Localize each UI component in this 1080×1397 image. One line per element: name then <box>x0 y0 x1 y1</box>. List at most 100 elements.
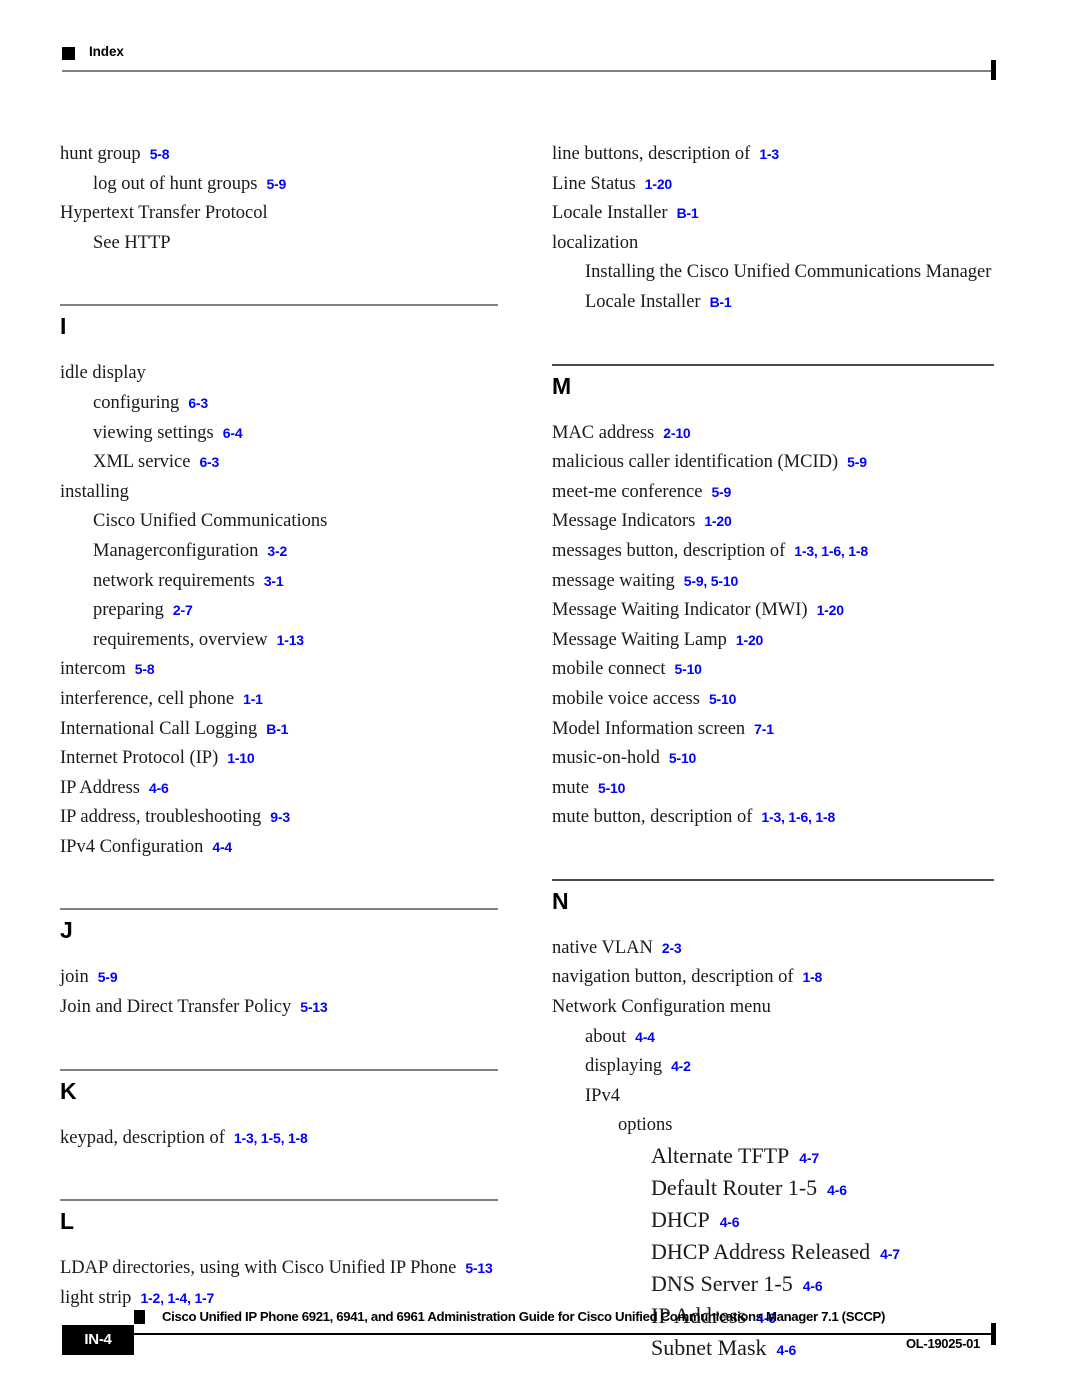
index-entry-page-reference[interactable]: 5-10 <box>709 691 736 707</box>
index-column-left: hunt group 5-8 log out of hunt groups 5-9 Hy… <box>60 140 498 1313</box>
index-entry-page-reference[interactable]: B-1 <box>677 205 699 221</box>
index-entry: Installing the Cisco Unified Communicati… <box>585 258 994 317</box>
index-section-k: Kkeypad, description of 1-3, 1-5, 1-8 <box>60 1068 498 1154</box>
index-entry-page-reference[interactable]: 1-3 <box>759 146 779 162</box>
index-entry-page-reference[interactable]: 4-7 <box>880 1246 900 1262</box>
index-entry-page-reference[interactable]: 2-3 <box>662 940 682 956</box>
index-entry-page-reference[interactable]: 6-3 <box>199 454 219 470</box>
index-entry-page-reference[interactable]: 1-20 <box>645 176 672 192</box>
index-entry-term: mobile voice access <box>552 688 700 709</box>
index-entry-page-reference[interactable]: 1-20 <box>817 602 844 618</box>
index-entry-page-reference[interactable]: 6-3 <box>188 395 208 411</box>
index-entry-page-reference[interactable]: 5-9, 5-10 <box>684 573 738 589</box>
index-entry-page-reference[interactable]: 4-6 <box>720 1214 740 1230</box>
index-entry-term: messages button, description of <box>552 540 786 561</box>
index-entry-page-reference[interactable]: 5-10 <box>669 750 696 766</box>
index-entry-page-reference[interactable]: B-1 <box>710 294 732 310</box>
index-entry-page-reference[interactable]: 1-10 <box>227 750 254 766</box>
index-entry: join 5-9 <box>60 963 498 993</box>
index-entry-page-reference[interactable]: 4-6 <box>149 780 169 796</box>
index-entry-page-reference[interactable]: 1-3, 1-5, 1-8 <box>234 1130 308 1146</box>
index-column-right: line buttons, description of 1-3 Line Stat… <box>552 140 994 1365</box>
index-entry-page-reference[interactable]: 4-6 <box>827 1182 847 1198</box>
index-entry-page-reference[interactable]: 4-2 <box>671 1058 691 1074</box>
index-entry-term: installing <box>60 481 129 502</box>
index-entry-term: XML service <box>93 452 191 473</box>
index-entry: Join and Direct Transfer Policy 5-13 <box>60 993 498 1023</box>
index-entry: LDAP directories, using with Cisco Unifi… <box>60 1254 498 1284</box>
index-entry: viewing settings 6-4 <box>93 419 498 449</box>
index-entry-term: light strip <box>60 1287 132 1308</box>
section-letter-heading: L <box>60 1208 75 1235</box>
index-entry: Cisco Unified Communications Managerconf… <box>93 507 498 566</box>
index-entry-page-reference[interactable]: 3-2 <box>267 543 287 559</box>
index-entry-page-reference[interactable]: 5-9 <box>847 454 867 470</box>
index-entry: requirements, overview 1-13 <box>93 626 498 656</box>
index-entry: installing <box>60 478 498 508</box>
index-entry: malicious caller identification (MCID) 5-… <box>552 448 994 478</box>
index-entry-page-reference[interactable]: 1-3, 1-6, 1-8 <box>794 543 868 559</box>
index-entry-page-reference[interactable]: 6-4 <box>223 425 243 441</box>
index-entry: MAC address 2-10 <box>552 419 994 449</box>
index-entry-page-reference[interactable]: 1-13 <box>277 632 304 648</box>
index-entry-term: configuring <box>93 392 180 413</box>
index-entry: Message Indicators 1-20 <box>552 507 994 537</box>
index-entry: meet-me conference 5-9 <box>552 478 994 508</box>
index-entry-page-reference[interactable]: 5-10 <box>675 661 702 677</box>
index-entry-page-reference[interactable]: B-1 <box>266 721 288 737</box>
index-entry-term: Internet Protocol (IP) <box>60 748 219 769</box>
index-entry-page-reference[interactable]: 5-13 <box>465 1260 492 1276</box>
index-entry-page-reference[interactable]: 9-3 <box>270 809 290 825</box>
index-entry-term: viewing settings <box>93 422 214 443</box>
index-entry: hunt group 5-8 <box>60 140 498 170</box>
index-entry-page-reference[interactable]: 5-8 <box>135 661 155 677</box>
index-entry-term: log out of hunt groups <box>93 173 258 194</box>
index-entry-term: network requirements <box>93 570 255 591</box>
index-entry-page-reference[interactable]: 5-10 <box>598 780 625 796</box>
index-entry-page-reference[interactable]: 1-2, 1-4, 1-7 <box>140 1290 214 1306</box>
section-divider <box>552 363 994 366</box>
index-entry-page-reference[interactable]: 5-9 <box>711 484 731 500</box>
index-entry-group: line buttons, description of 1-3 Line Stat… <box>552 140 994 318</box>
index-entry-page-reference[interactable]: 5-9 <box>98 969 118 985</box>
index-entry-page-reference[interactable]: 4-6 <box>803 1278 823 1294</box>
index-entry-term: Message Indicators <box>552 511 696 532</box>
index-entry-page-reference[interactable]: 4-7 <box>799 1150 819 1166</box>
index-entry-page-reference[interactable]: 1-8 <box>803 969 823 985</box>
index-section-m: M MAC address 2-10 malicious caller identif… <box>552 363 994 833</box>
index-entry-page-reference[interactable]: 4-4 <box>635 1029 655 1045</box>
header-label: Index <box>89 44 124 59</box>
index-entry-page-reference[interactable]: 1-1 <box>243 691 263 707</box>
index-entry-page-reference[interactable]: 5-8 <box>150 146 170 162</box>
index-entry: Network Configuration menu <box>552 993 994 1023</box>
index-entry-page-reference[interactable]: 1-20 <box>704 513 731 529</box>
index-entry: keypad, description of 1-3, 1-5, 1-8 <box>60 1124 498 1154</box>
index-page: Index hunt group 5-8 log out of hunt group… <box>0 0 1080 1397</box>
index-entry-page-reference[interactable]: 2-10 <box>663 425 690 441</box>
index-entry-page-reference[interactable]: 5-9 <box>266 176 286 192</box>
index-entry-page-reference[interactable]: 2-7 <box>173 602 193 618</box>
header-square-icon <box>62 47 75 60</box>
index-entry: Message Waiting Lamp 1-20 <box>552 626 994 656</box>
index-entry-page-reference[interactable]: 1-3, 1-6, 1-8 <box>761 809 835 825</box>
index-entry-term: message waiting <box>552 570 675 591</box>
index-entry-page-reference[interactable]: 4-4 <box>212 839 232 855</box>
footer-document-id: OL-19025-01 <box>905 1336 980 1351</box>
index-entry-page-reference[interactable]: 7-1 <box>754 721 774 737</box>
footer-guide-title: Cisco Unified IP Phone 6921, 6941, and 6… <box>162 1309 885 1324</box>
section-letter-heading: K <box>60 1077 77 1104</box>
index-entry: DNS Server 1-5 4-6 <box>651 1269 994 1301</box>
index-entry: DHCP Address Released 4-7 <box>651 1237 994 1269</box>
index-entry-term: IP address, troubleshooting <box>60 807 262 828</box>
footer-edge-tick <box>991 1323 996 1345</box>
index-entry: IPv4 <box>585 1082 994 1112</box>
section-divider <box>60 1068 498 1071</box>
index-entry-page-reference[interactable]: 3-1 <box>264 573 284 589</box>
index-entry-page-reference[interactable]: 1-20 <box>736 632 763 648</box>
section-divider <box>60 304 498 307</box>
index-entry-term: Hypertext Transfer Protocol <box>60 203 268 224</box>
index-entry-page-reference[interactable]: 5-13 <box>300 999 327 1015</box>
index-entry-term: intercom <box>60 659 126 680</box>
